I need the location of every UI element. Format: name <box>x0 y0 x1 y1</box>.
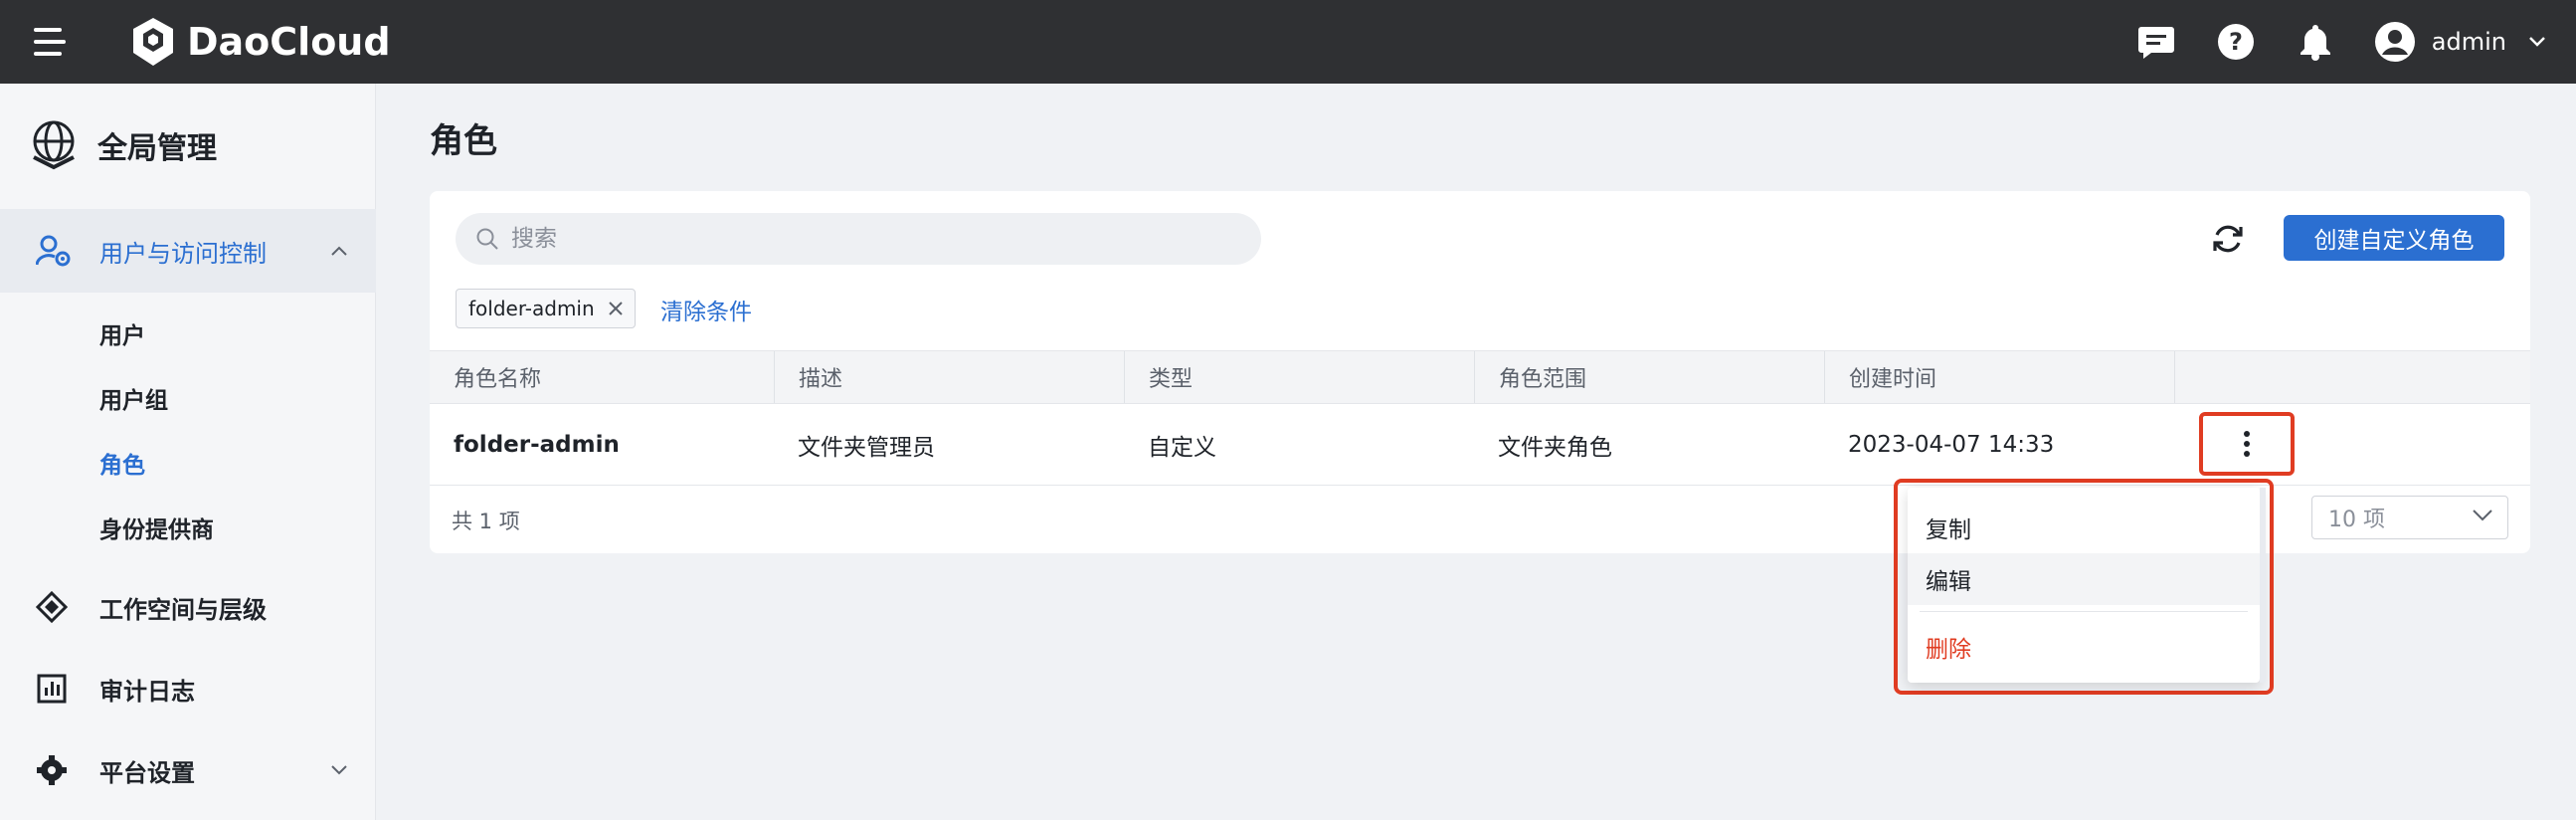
column-header-scope[interactable]: 角色范围 <box>1474 351 1824 403</box>
menu-item-edit[interactable]: 编辑 <box>1908 553 2260 605</box>
bell-icon[interactable] <box>2295 21 2336 63</box>
brand-name: DaoCloud <box>187 20 391 64</box>
column-header-actions <box>2174 351 2524 403</box>
table-header: 角色名称 描述 类型 角色范围 创建时间 <box>430 350 2530 404</box>
user-settings-icon <box>36 235 71 267</box>
chevron-down-icon <box>2473 510 2492 521</box>
sidebar-header: 全局管理 <box>28 119 217 171</box>
filter-tag: folder-admin <box>456 289 636 328</box>
daocloud-logo-icon <box>133 18 173 66</box>
chevron-down-icon <box>2529 37 2545 47</box>
total-count: 共 1 项 <box>452 510 520 533</box>
message-icon[interactable] <box>2135 21 2177 63</box>
layers-icon <box>36 591 68 623</box>
refresh-icon[interactable] <box>2208 219 2248 259</box>
search-box[interactable] <box>456 213 1261 265</box>
menu-scrollbar[interactable] <box>2260 488 2266 683</box>
create-custom-role-button[interactable]: 创建自定义角色 <box>2284 215 2504 261</box>
user-avatar-icon <box>2374 22 2415 62</box>
user-menu[interactable]: admin <box>2374 21 2546 63</box>
sidebar-item-user-groups[interactable]: 用户组 <box>99 381 168 415</box>
clear-filters-link[interactable]: 清除条件 <box>660 293 752 326</box>
column-header-type[interactable]: 类型 <box>1124 351 1474 403</box>
sidebar-item-label: 工作空间与层级 <box>99 595 267 624</box>
sidebar-group-user-access[interactable]: 用户与访问控制 <box>0 209 376 293</box>
svg-text:?: ? <box>2229 28 2243 56</box>
globe-icon <box>33 120 75 170</box>
sidebar-title: 全局管理 <box>97 131 217 166</box>
filter-tag-label: folder-admin <box>468 297 595 320</box>
sidebar-item-platform-settings[interactable]: 平台设置 <box>0 740 376 800</box>
sidebar-item-identity-providers[interactable]: 身份提供商 <box>99 511 214 544</box>
role-description-cell: 文件夹管理员 <box>798 435 935 461</box>
top-bar: DaoCloud ? admin <box>0 0 2576 84</box>
role-created-cell: 2023-04-07 14:33 <box>1848 432 2055 458</box>
search-input[interactable] <box>511 226 1207 252</box>
sidebar: 全局管理 用户与访问控制 用户 用户组 角色 身份提供商 工作空间与层级 审计日… <box>0 84 376 820</box>
role-scope-cell: 文件夹角色 <box>1498 435 1612 461</box>
row-actions-menu: 复制 编辑 删除 <box>1908 488 2260 683</box>
hamburger-menu-icon[interactable] <box>32 24 68 60</box>
role-name-cell[interactable]: folder-admin <box>430 404 774 486</box>
sidebar-item-roles[interactable]: 角色 <box>99 446 145 480</box>
chevron-down-icon <box>331 765 347 775</box>
search-icon <box>476 228 498 250</box>
audit-chart-icon <box>37 674 67 704</box>
brand[interactable]: DaoCloud <box>129 12 391 72</box>
menu-item-delete[interactable]: 删除 <box>1908 621 2260 673</box>
role-type-cell: 自定义 <box>1148 435 1216 461</box>
column-header-description[interactable]: 描述 <box>774 351 1124 403</box>
column-header-created[interactable]: 创建时间 <box>1824 351 2174 403</box>
close-icon[interactable] <box>605 298 627 319</box>
column-header-name[interactable]: 角色名称 <box>430 351 774 403</box>
page-size-value: 10 项 <box>2328 508 2385 532</box>
sidebar-item-workspaces[interactable]: 工作空间与层级 <box>0 577 376 637</box>
sidebar-item-label: 平台设置 <box>99 758 195 787</box>
row-actions-button[interactable] <box>2199 412 2295 476</box>
page-size-select[interactable]: 10 项 <box>2311 496 2508 539</box>
more-vertical-icon <box>2244 429 2250 459</box>
help-icon[interactable]: ? <box>2215 21 2257 63</box>
sidebar-item-users[interactable]: 用户 <box>99 316 145 350</box>
page-title: 角色 <box>430 121 497 161</box>
sidebar-item-audit-log[interactable]: 审计日志 <box>0 659 376 718</box>
menu-divider <box>1920 611 2248 612</box>
chevron-up-icon <box>331 246 347 256</box>
sidebar-group-label: 用户与访问控制 <box>99 239 267 268</box>
user-name: admin <box>2431 28 2506 56</box>
sidebar-item-label: 审计日志 <box>99 677 195 706</box>
menu-item-copy[interactable]: 复制 <box>1908 502 2260 553</box>
gear-icon <box>37 755 67 785</box>
